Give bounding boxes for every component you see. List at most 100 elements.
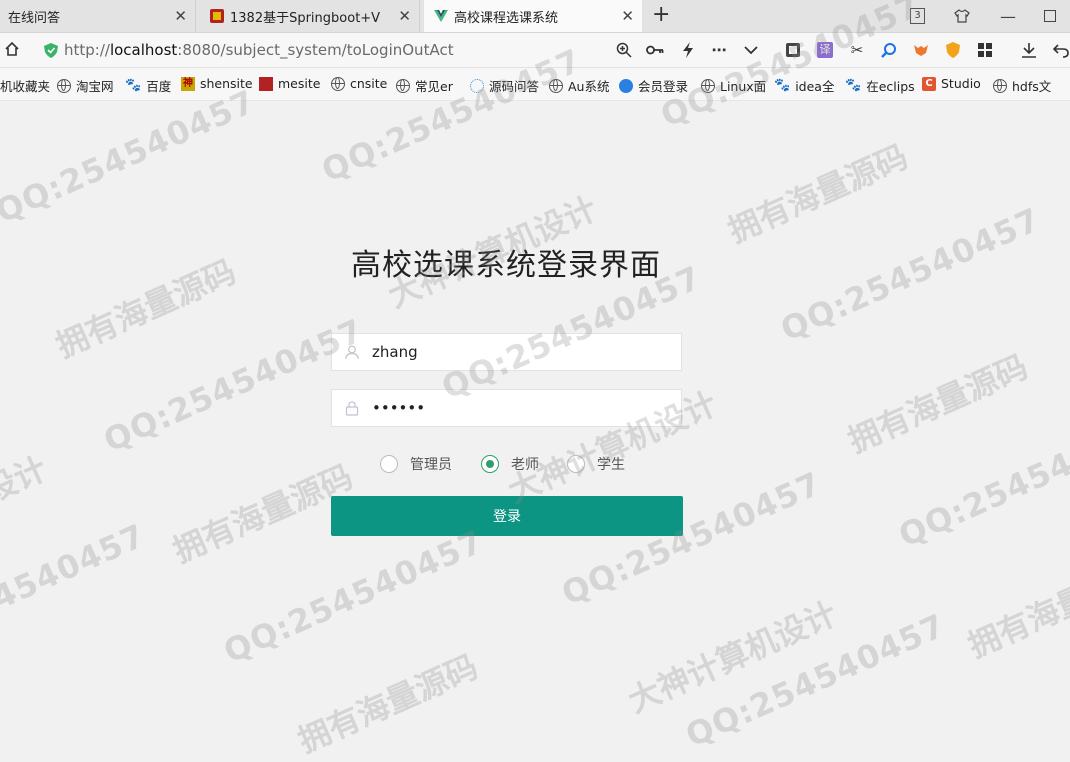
watermark-qq: QQ:254540457 — [98, 311, 369, 460]
globe-icon — [993, 78, 1007, 93]
watermark-qq: QQ:254540457 — [218, 522, 489, 671]
globe-icon — [701, 78, 715, 93]
bookmark-item[interactable]: mesite — [259, 76, 320, 91]
username-value: zhang — [372, 343, 418, 361]
watermark-qq: QQ:254540457 — [775, 200, 1046, 349]
login-button[interactable]: 登录 — [331, 496, 683, 536]
radio-circle-checked — [481, 455, 499, 473]
bookmark-item[interactable]: cnsite — [331, 76, 387, 91]
home-icon[interactable] — [4, 41, 20, 61]
password-field[interactable]: •••••• — [331, 389, 682, 427]
bookmark-item[interactable]: Au系统 — [549, 76, 609, 95]
bookmark-item[interactable]: 🐾 idea全 — [774, 76, 834, 95]
bookmark-item[interactable]: 🐾 在eclips — [845, 76, 915, 95]
role-radio-teacher[interactable]: 老师 — [481, 454, 539, 474]
site-favicon-icon — [210, 9, 224, 23]
bookmark-label: 淘宝网 — [76, 79, 114, 94]
role-radio-admin[interactable]: 管理员 — [380, 454, 452, 474]
close-tab-icon[interactable]: ✕ — [174, 7, 187, 25]
globe-icon — [57, 78, 71, 93]
reading-mode-icon[interactable] — [784, 41, 802, 59]
bookmark-label: idea全 — [795, 79, 835, 94]
watermark-brand: 拥有海量源码 — [722, 137, 914, 251]
tab-online-qa[interactable]: 在线问答 ✕ — [0, 0, 196, 32]
more-dots-icon[interactable]: ⋯ — [710, 41, 728, 59]
search-extension-icon[interactable] — [880, 41, 898, 59]
bookmarks-bar: 机收藏夹 淘宝网 🐾 百度 神 shensite mesite cnsite 常见e… — [0, 68, 1070, 101]
red-square-icon — [259, 76, 273, 91]
watermark-designer: 大神计算机设计 — [622, 594, 843, 721]
watermark-qq: QQ:254540457 — [0, 516, 151, 665]
baidu-paw-icon: 🐾 — [125, 77, 142, 93]
bookmark-label: Studio — [941, 76, 981, 91]
bookmark-item[interactable]: C Studio — [922, 76, 981, 91]
watermark-brand: 拥有海量源码 — [167, 457, 359, 571]
maximize-icon[interactable] — [1044, 0, 1056, 32]
watermark-qq: QQ:254540457 — [556, 464, 827, 613]
bookmark-item[interactable]: 会员登录 — [619, 76, 688, 95]
bookmark-label: Au系统 — [568, 79, 610, 94]
globe-icon — [396, 78, 410, 93]
bookmark-label: shensite — [200, 76, 253, 91]
translate-icon[interactable]: 译 — [816, 41, 834, 59]
address-toolbar: http://localhost:8080/subject_system/toL… — [0, 33, 1070, 68]
url-scheme: http:// — [64, 41, 110, 59]
role-label: 老师 — [511, 457, 539, 473]
baidu-paw-icon: 🐾 — [845, 77, 862, 93]
role-radio-student[interactable]: 学生 — [567, 454, 625, 474]
bookmark-item[interactable]: 🐾 百度 — [125, 76, 171, 95]
new-tab-plus-icon[interactable]: + — [652, 2, 670, 27]
key-icon[interactable] — [646, 41, 664, 59]
watermark-brand: 拥有海量源码 — [292, 647, 484, 761]
browser-tab-bar: 在线问答 ✕ 1382基于Springboot+Vue+ ✕ 高校课程选课系统 … — [0, 0, 1070, 33]
fox-extension-icon[interactable] — [912, 41, 930, 59]
skin-shirt-icon[interactable] — [954, 0, 970, 32]
radio-circle — [567, 455, 585, 473]
secure-shield-icon[interactable] — [44, 43, 58, 58]
bookmark-label: 会员登录 — [638, 79, 689, 94]
tab-course-system[interactable]: 高校课程选课系统 ✕ — [424, 0, 642, 32]
bookmark-item[interactable]: 淘宝网 — [57, 76, 114, 95]
bookmark-item[interactable]: 源码问答 — [470, 76, 539, 95]
vue-logo-icon — [434, 9, 448, 23]
url-field[interactable]: http://localhost:8080/subject_system/toL… — [64, 41, 454, 59]
undo-icon[interactable] — [1052, 41, 1070, 59]
role-radio-group: 管理员 老师 学生 — [380, 454, 680, 476]
bookmark-item[interactable]: 机收藏夹 — [0, 76, 50, 95]
bookmark-label: cnsite — [350, 76, 388, 91]
c-icon: C — [922, 76, 936, 91]
apps-grid-icon[interactable] — [976, 41, 994, 59]
cloud-icon — [619, 78, 633, 93]
username-field[interactable]: zhang — [331, 333, 682, 371]
baidu-paw-icon: 🐾 — [774, 77, 791, 93]
watermark-qq: QQ:254540457 — [680, 606, 951, 755]
bookmark-item[interactable]: Linux面 — [701, 76, 766, 95]
radio-circle — [380, 455, 398, 473]
lightning-icon[interactable] — [679, 41, 697, 59]
bookmark-item[interactable]: hdfs文 — [993, 76, 1051, 95]
user-icon — [345, 345, 359, 360]
download-icon[interactable] — [1020, 41, 1038, 59]
tab-title: 在线问答 — [8, 10, 61, 26]
watermark-designer: 大神计算机设计 — [0, 449, 53, 576]
shield-extension-icon[interactable] — [944, 41, 962, 59]
spinner-icon — [470, 78, 484, 93]
url-path: :8080/subject_system/toLoginOutAct — [177, 41, 454, 59]
bookmark-label: 常见er — [415, 79, 453, 94]
bookmark-item[interactable]: 神 shensite — [181, 76, 253, 91]
close-tab-icon[interactable]: ✕ — [621, 7, 634, 25]
url-host: localhost — [109, 41, 178, 59]
tab-springboot[interactable]: 1382基于Springboot+Vue+ ✕ — [200, 0, 420, 32]
close-tab-icon[interactable]: ✕ — [398, 7, 411, 25]
minimize-icon[interactable]: — — [1000, 0, 1016, 32]
bookmark-label: 机收藏夹 — [0, 79, 51, 94]
watermark-brand: 拥有海量源码 — [842, 347, 1034, 461]
bookmark-item[interactable]: 常见er — [396, 76, 453, 95]
zoom-icon[interactable] — [615, 41, 633, 59]
page-title: 高校选课系统登录界面 — [351, 248, 661, 283]
scissors-icon[interactable]: ✂ — [848, 41, 866, 59]
role-label: 学生 — [597, 457, 625, 473]
chevron-down-icon[interactable] — [742, 41, 760, 59]
tab-count-button[interactable]: 3 — [910, 0, 925, 32]
watermark-brand: 拥有海量源码 — [962, 552, 1070, 666]
